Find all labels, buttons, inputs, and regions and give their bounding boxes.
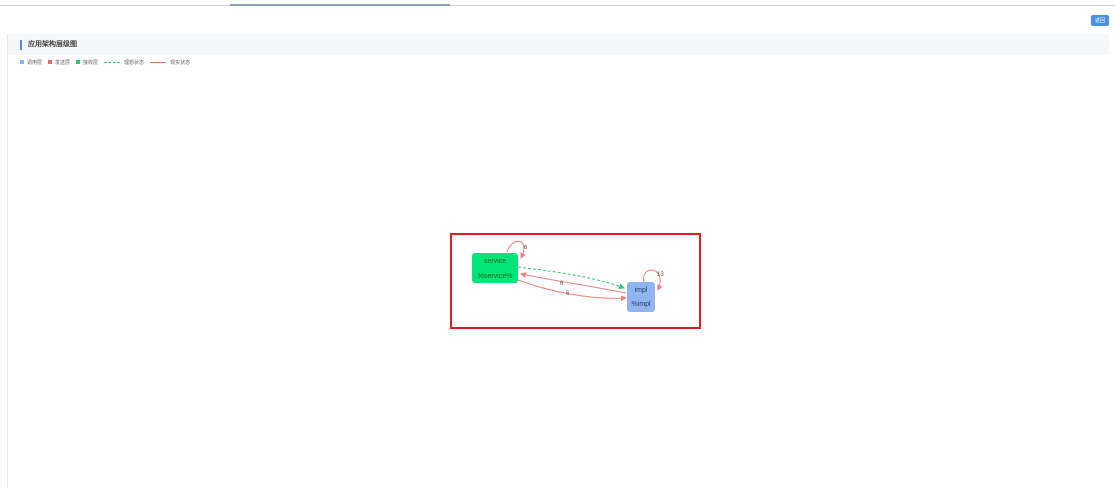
edge-label: 13 [657,272,664,278]
node-impl-name: impl [635,287,648,294]
node-service[interactable]: service %service% [472,253,518,283]
ideal-edge-service-to-impl[interactable] [517,266,625,290]
node-impl[interactable]: impl %impl [627,282,655,312]
node-service-sublabel: %service% [478,273,513,280]
node-service-name: service [484,258,506,265]
architecture-graph[interactable]: 6 13 6 6 service %service% impl %impl [0,0,1115,488]
node-impl-sublabel: %impl [631,301,651,308]
edge-label: 6 [524,245,528,251]
actual-edge-impl-to-service[interactable] [520,272,627,294]
actual-edge-service-to-impl[interactable] [517,279,627,302]
